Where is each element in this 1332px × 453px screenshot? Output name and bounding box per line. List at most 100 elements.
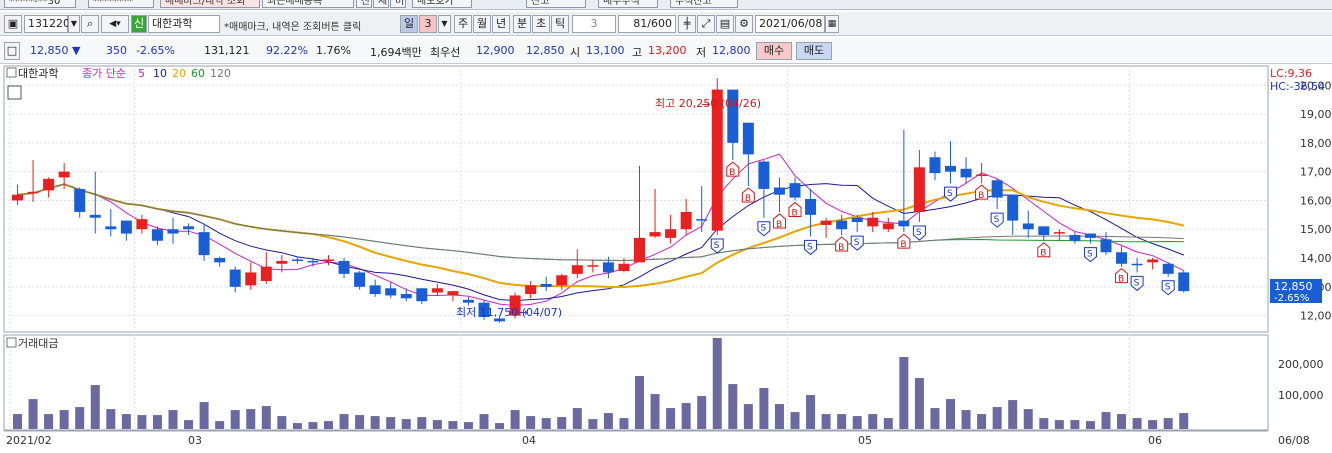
volume-bar xyxy=(1039,418,1049,429)
volume-legend-checkbox[interactable] xyxy=(6,337,17,348)
candle-body xyxy=(665,229,677,238)
volume-bar xyxy=(370,416,380,429)
account-field[interactable]: *****-**30 xyxy=(4,0,76,8)
volume-bar xyxy=(246,409,256,429)
indicator-list-icon[interactable] xyxy=(7,85,22,100)
pending-tab[interactable]: 미 xyxy=(390,0,406,8)
buy-mark-letter: B xyxy=(978,191,984,201)
volume-bar xyxy=(230,410,240,429)
candle-body xyxy=(758,161,770,189)
price-tick-label: 18,000 xyxy=(1300,137,1332,150)
stock-name-field: 대한과학 xyxy=(148,15,220,33)
top-toolbar: *****-**30 ******** 매매마크/내역 조회 최근매매종목 잔 … xyxy=(0,0,1332,10)
low-label: 저 xyxy=(696,46,707,59)
buy-mark-letter: B xyxy=(1040,249,1046,259)
period-day[interactable]: 일 xyxy=(400,15,418,33)
executed-tab[interactable]: 체 xyxy=(373,0,389,8)
candle-body xyxy=(696,219,708,221)
volume-bar xyxy=(463,422,473,429)
gear-icon[interactable]: ⚙ xyxy=(735,15,753,33)
expand-icon[interactable]: □ xyxy=(4,42,20,60)
volume-bar xyxy=(712,338,722,429)
candle-body xyxy=(151,229,163,241)
candle-body xyxy=(400,294,412,299)
balance-tab[interactable]: 잔 xyxy=(356,0,372,8)
period-tick[interactable]: 틱 xyxy=(551,15,569,33)
buy-mark-letter: B xyxy=(1118,275,1124,285)
high-annotation: 최고 20,250 (04/26) xyxy=(655,97,761,110)
buy-stock-button[interactable]: 매수주식 xyxy=(598,0,658,8)
volume-bar xyxy=(977,414,987,429)
volume-bar xyxy=(1085,421,1095,429)
legend-checkbox[interactable] xyxy=(6,67,17,78)
trendline-icon[interactable]: ⤢ xyxy=(697,15,715,33)
volume-bar xyxy=(868,414,878,429)
holdings-button[interactable]: 잔고 xyxy=(526,0,586,8)
candle-body xyxy=(385,288,397,296)
volume-bar xyxy=(386,417,396,429)
period-week[interactable]: 주 xyxy=(454,15,472,33)
sell-button[interactable]: 매도 xyxy=(796,42,832,60)
legend-ma5: 5 xyxy=(138,67,145,80)
period-month[interactable]: 월 xyxy=(473,15,491,33)
candle-body xyxy=(354,272,366,287)
stock-code-input[interactable]: 131220 xyxy=(24,15,70,33)
price-panel-frame xyxy=(3,65,1269,333)
multiplier-dropdown-icon[interactable]: ▼ xyxy=(438,15,451,33)
candle-body xyxy=(1178,272,1190,292)
volume-bar xyxy=(1023,409,1033,429)
crosshair-icon[interactable]: ╪ xyxy=(678,15,696,33)
volume-bar xyxy=(666,408,676,429)
candle-body xyxy=(27,191,39,194)
tick-count-input[interactable]: 3 xyxy=(572,15,616,33)
trade-mark-button[interactable]: 매매마크/내역 조회 xyxy=(160,0,260,8)
save-icon[interactable]: ▤ xyxy=(716,15,734,33)
speaker-icon[interactable]: ◀▾ xyxy=(101,15,129,33)
candle-body xyxy=(105,226,117,230)
volume-bar xyxy=(635,376,644,429)
price-chart[interactable]: →→SSSSSSSSSSBBBBBBBBB 20,00019,00018,000… xyxy=(0,64,1332,453)
open-label: 시 xyxy=(570,46,581,59)
change-amount: 350 xyxy=(106,44,127,57)
stock-balance-button[interactable]: 주식잔고 xyxy=(670,0,738,8)
search-icon[interactable]: ⌕ xyxy=(81,15,99,33)
password-field[interactable]: ******** xyxy=(88,0,154,8)
candle-body xyxy=(805,199,817,215)
volume-bar xyxy=(106,409,116,429)
date-input[interactable]: 2021/06/08 xyxy=(755,15,825,33)
candle-body xyxy=(89,214,101,218)
volume-bar xyxy=(1054,420,1064,429)
candle-body xyxy=(1162,263,1174,274)
code-dropdown-icon[interactable]: ▼ xyxy=(68,15,80,33)
volume-bar xyxy=(837,414,847,429)
period-multiplier[interactable]: 3 xyxy=(419,15,437,33)
layout-icon[interactable]: ▣ xyxy=(4,15,22,33)
period-minute[interactable]: 분 xyxy=(513,15,531,33)
volume-bar xyxy=(572,408,582,429)
ask-view-button[interactable]: 매도호가 xyxy=(412,0,472,8)
candle-body xyxy=(120,220,132,234)
volume-bar xyxy=(75,407,85,429)
recent-items-button[interactable]: 최근매매종목 xyxy=(262,0,354,8)
candle-body xyxy=(198,232,210,256)
volume-bar xyxy=(59,410,69,429)
volume-bar xyxy=(946,399,955,429)
buy-mark-letter: B xyxy=(729,168,735,178)
period-second[interactable]: 초 xyxy=(532,15,550,33)
volume-bar xyxy=(743,404,753,429)
buy-button[interactable]: 매수 xyxy=(756,42,792,60)
candle-body xyxy=(587,265,599,267)
candle-body xyxy=(634,237,645,263)
candle-body xyxy=(1007,194,1019,221)
volume-bar xyxy=(1101,412,1111,429)
volume-bar xyxy=(121,414,131,429)
period-year[interactable]: 년 xyxy=(492,15,510,33)
data-count-input[interactable]: 81/600 xyxy=(618,15,676,33)
price-tick-label: 16,000 xyxy=(1300,194,1332,207)
volume-tick-100000: 100,000 xyxy=(1278,389,1324,402)
calendar-icon[interactable]: ▦ xyxy=(825,15,839,33)
chart-control-bar: ▣ 131220 ▼ ⌕ ◀▾ 신 대한과학 *매매마크, 내역은 조회버튼 클… xyxy=(0,12,1332,36)
volume-bar xyxy=(184,420,194,429)
candle-body xyxy=(229,269,241,287)
last-price-pct: -2.65% xyxy=(1274,293,1309,304)
